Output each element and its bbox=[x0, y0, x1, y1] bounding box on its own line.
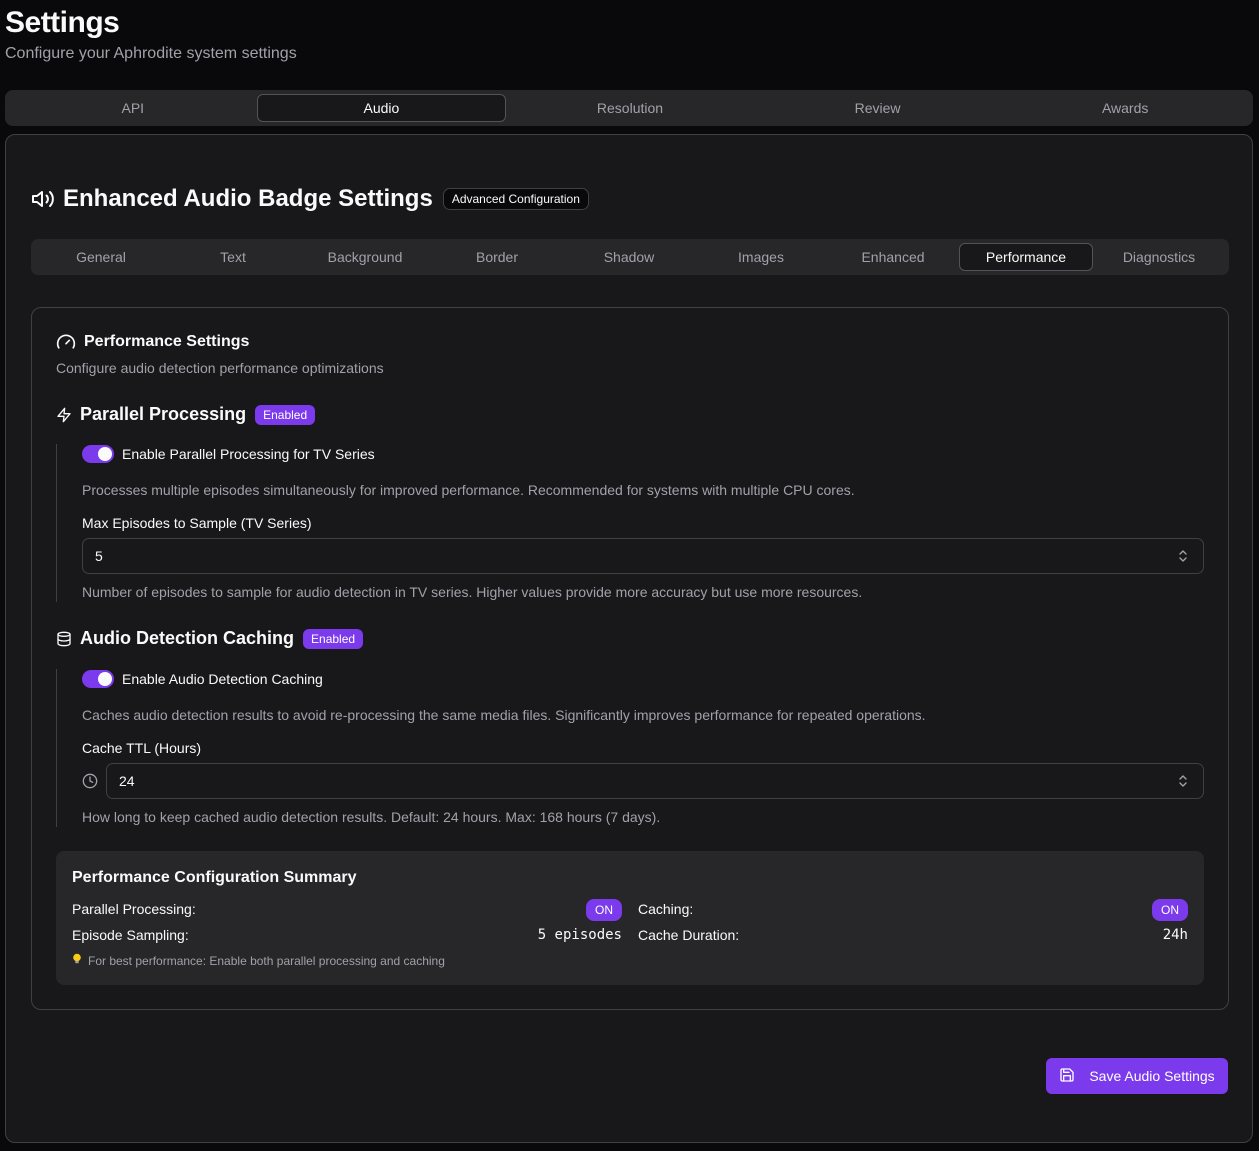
parallel-enabled-badge: Enabled bbox=[255, 404, 316, 425]
caching-toggle[interactable] bbox=[82, 670, 114, 688]
tab-audio[interactable]: Audio bbox=[256, 94, 507, 122]
settings-page: Settings Configure your Aphrodite system… bbox=[0, 0, 1259, 1151]
tab-shadow[interactable]: Shadow bbox=[563, 243, 695, 271]
sub-tabs: General Text Background Border Shadow Im… bbox=[31, 239, 1229, 275]
advanced-config-badge: Advanced Configuration bbox=[442, 188, 589, 210]
summary-tip-text: For best performance: Enable both parall… bbox=[88, 953, 445, 968]
save-button-label: Save Audio Settings bbox=[1089, 1068, 1215, 1084]
chevrons-up-down-icon[interactable] bbox=[1173, 539, 1193, 573]
summary-caching-status: ON bbox=[1152, 899, 1188, 921]
card-title: Enhanced Audio Badge Settings bbox=[63, 185, 433, 212]
tab-diagnostics[interactable]: Diagnostics bbox=[1093, 243, 1225, 271]
summary-tip: For best performance: Enable both parall… bbox=[72, 953, 445, 968]
parallel-header: Parallel Processing Enabled bbox=[56, 404, 316, 425]
chevrons-up-down-icon[interactable] bbox=[1173, 764, 1193, 798]
parallel-toggle[interactable] bbox=[82, 445, 114, 463]
tab-border[interactable]: Border bbox=[431, 243, 563, 271]
tab-resolution[interactable]: Resolution bbox=[506, 94, 754, 122]
max-episodes-label: Max Episodes to Sample (TV Series) bbox=[82, 515, 312, 531]
tab-images[interactable]: Images bbox=[695, 243, 827, 271]
caching-help: Caches audio detection results to avoid … bbox=[82, 707, 926, 723]
gauge-icon bbox=[56, 332, 76, 352]
tab-enhanced[interactable]: Enhanced bbox=[827, 243, 959, 271]
max-episodes-input[interactable]: 5 bbox=[82, 538, 1204, 574]
zap-icon bbox=[56, 407, 72, 423]
summary-duration-value: 24h bbox=[1162, 927, 1188, 943]
parallel-toggle-row: Enable Parallel Processing for TV Series bbox=[82, 445, 375, 463]
parallel-title: Parallel Processing bbox=[80, 404, 247, 424]
summary-parallel-label: Parallel Processing: bbox=[72, 901, 196, 917]
page-subtitle: Configure your Aphrodite system settings bbox=[5, 45, 297, 62]
summary-sampling-value: 5 episodes bbox=[537, 927, 622, 943]
performance-settings-panel: Performance Settings Configure audio det… bbox=[31, 307, 1229, 1010]
tab-background[interactable]: Background bbox=[299, 243, 431, 271]
summary-caching-label: Caching: bbox=[638, 901, 694, 917]
caching-title: Audio Detection Caching bbox=[80, 628, 295, 648]
tab-awards[interactable]: Awards bbox=[1001, 94, 1249, 122]
lightbulb-icon bbox=[72, 953, 82, 968]
cache-ttl-label: Cache TTL (Hours) bbox=[82, 740, 202, 756]
max-episodes-value: 5 bbox=[95, 548, 103, 564]
speaker-icon bbox=[31, 187, 55, 211]
clock-icon bbox=[82, 773, 98, 789]
tab-text[interactable]: Text bbox=[167, 243, 299, 271]
tab-api[interactable]: API bbox=[9, 94, 257, 122]
cache-ttl-input[interactable]: 24 bbox=[106, 763, 1204, 799]
cache-ttl-help: How long to keep cached audio detection … bbox=[82, 809, 661, 825]
tab-general[interactable]: General bbox=[35, 243, 167, 271]
performance-header: Performance Settings bbox=[56, 332, 249, 352]
parallel-help: Processes multiple episodes simultaneous… bbox=[82, 482, 855, 498]
performance-description: Configure audio detection performance op… bbox=[56, 360, 384, 376]
cache-ttl-value: 24 bbox=[119, 773, 135, 789]
performance-summary: Performance Configuration Summary Parall… bbox=[56, 851, 1204, 985]
caching-toggle-row: Enable Audio Detection Caching bbox=[82, 670, 323, 688]
caching-toggle-label: Enable Audio Detection Caching bbox=[122, 671, 323, 687]
tab-performance[interactable]: Performance bbox=[959, 243, 1093, 271]
parallel-toggle-label: Enable Parallel Processing for TV Series bbox=[122, 446, 375, 462]
database-icon bbox=[56, 631, 72, 647]
tab-review[interactable]: Review bbox=[754, 94, 1002, 122]
caching-enabled-badge: Enabled bbox=[303, 628, 364, 649]
max-episodes-help: Number of episodes to sample for audio d… bbox=[82, 584, 863, 600]
save-icon bbox=[1059, 1067, 1075, 1086]
performance-title: Performance Settings bbox=[84, 333, 250, 350]
summary-sampling-label: Episode Sampling: bbox=[72, 927, 189, 943]
audio-settings-card: Enhanced Audio Badge Settings Advanced C… bbox=[5, 134, 1253, 1143]
main-tabs: API Audio Resolution Review Awards bbox=[5, 90, 1253, 126]
summary-duration-label: Cache Duration: bbox=[638, 927, 740, 943]
summary-title: Performance Configuration Summary bbox=[72, 869, 357, 886]
caching-divider bbox=[56, 669, 57, 827]
card-header: Enhanced Audio Badge Settings Advanced C… bbox=[31, 185, 589, 213]
summary-parallel-status: ON bbox=[586, 899, 622, 921]
page-title: Settings bbox=[5, 6, 120, 39]
save-audio-settings-button[interactable]: Save Audio Settings bbox=[1046, 1058, 1228, 1094]
caching-header: Audio Detection Caching Enabled bbox=[56, 628, 364, 649]
parallel-divider bbox=[56, 444, 57, 602]
